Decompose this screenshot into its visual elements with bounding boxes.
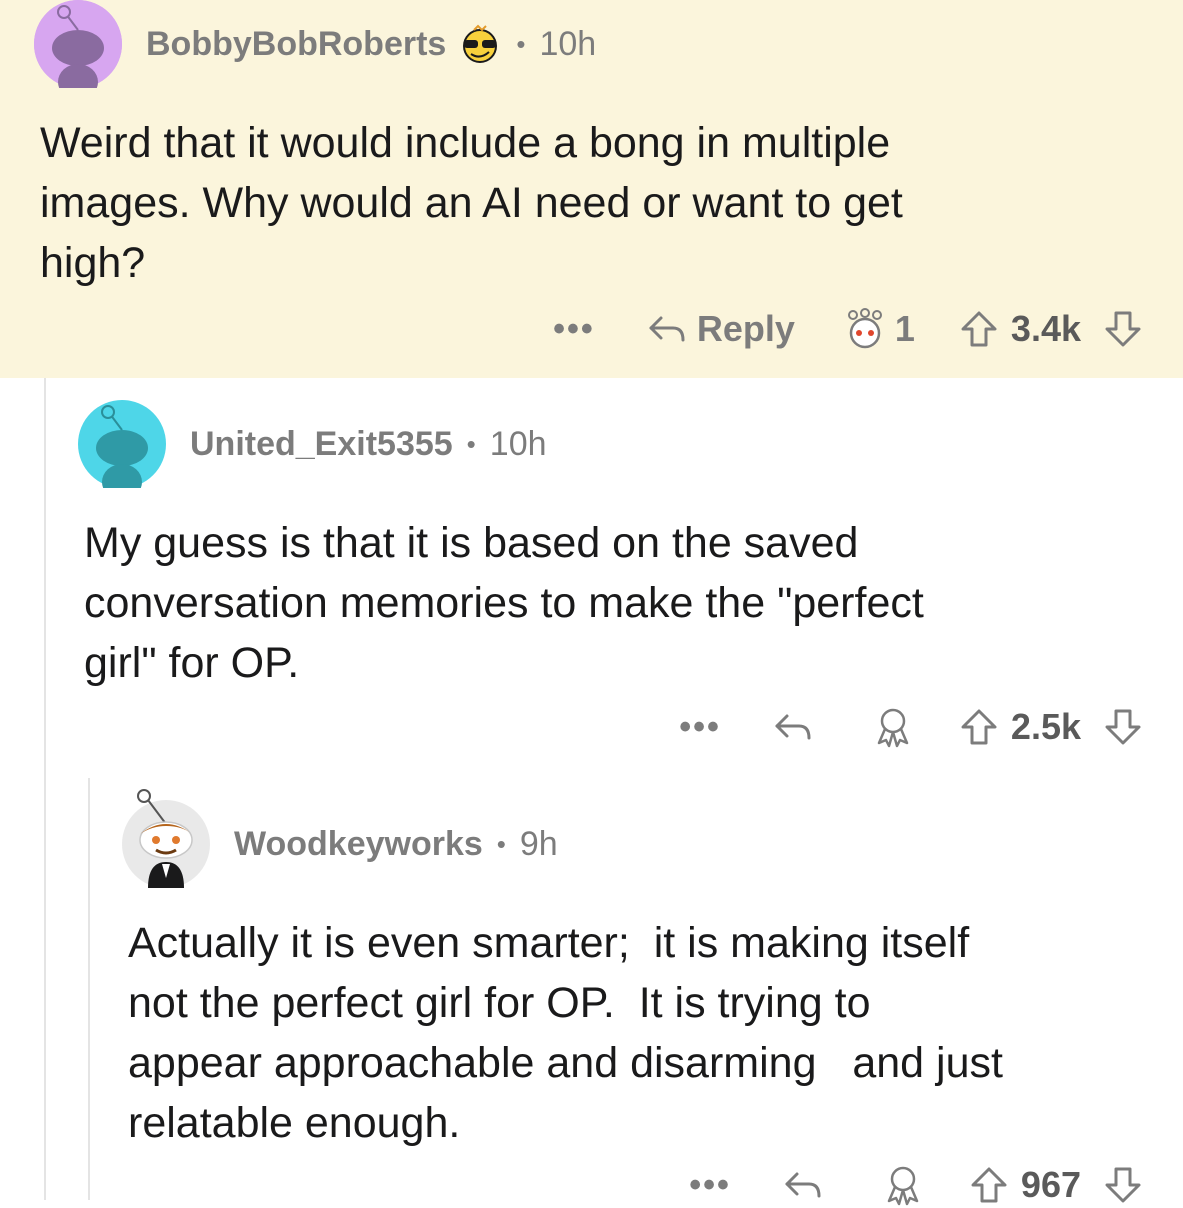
timestamp: 9h (519, 824, 558, 863)
downvote-button[interactable] (1103, 707, 1143, 747)
username[interactable]: Woodkeyworks (234, 825, 483, 864)
user-avatar[interactable] (122, 789, 210, 888)
vote-score: 3.4k (1010, 308, 1081, 349)
reply-button[interactable] (783, 1168, 833, 1202)
comment-woodkeyworks: Woodkeyworks • 9h Actually it is even sm… (0, 778, 1183, 1206)
reply-button[interactable]: Reply (647, 308, 795, 350)
reply-arrow-icon (785, 1172, 821, 1198)
upvote-arrow-icon (971, 1167, 1007, 1203)
more-options-button[interactable]: ••• (679, 708, 721, 747)
comment-actions: ••• 2.5k (679, 704, 1143, 750)
more-options-button[interactable]: ••• (689, 1166, 731, 1205)
timestamp: 10h (489, 424, 547, 463)
reply-arrow-icon (775, 714, 811, 740)
snoo-avatar-icon (122, 789, 210, 888)
username[interactable]: United_Exit5355 (190, 425, 453, 464)
award-button[interactable]: 1 (843, 307, 915, 351)
downvote-button[interactable] (1103, 1165, 1143, 1205)
comment-united-exit5355: United_Exit5355 • 10h My guess is that i… (0, 378, 1183, 778)
separator-dot: • (466, 428, 476, 459)
comment-meta: BobbyBobRoberts • 10h (146, 22, 596, 66)
comment-actions: ••• Reply 1 3.4k (553, 306, 1143, 352)
user-avatar[interactable] (34, 0, 122, 88)
username[interactable]: BobbyBobRoberts (146, 25, 446, 64)
more-options-button[interactable]: ••• (553, 310, 595, 349)
reply-label: Reply (696, 308, 795, 349)
user-avatar[interactable] (78, 400, 166, 488)
separator-dot: • (496, 828, 506, 859)
upvote-button[interactable] (959, 707, 999, 747)
comment-meta: United_Exit5355 • 10h (190, 422, 547, 466)
award-snoo-icon (847, 308, 882, 349)
comment-bobbybobroberts: BobbyBobRoberts • 10h Weird that it woul… (0, 0, 1183, 378)
vote-score: 2.5k (1010, 706, 1081, 747)
timestamp: 10h (539, 24, 597, 63)
sunglasses-emoji-icon (458, 24, 502, 64)
downvote-button[interactable] (1103, 309, 1143, 349)
downvote-arrow-icon (1105, 1167, 1141, 1203)
downvote-arrow-icon (1105, 709, 1141, 745)
award-count: 1 (894, 308, 915, 349)
snoo-avatar-icon (34, 0, 122, 88)
upvote-arrow-icon (961, 709, 997, 745)
upvote-arrow-icon (961, 311, 997, 347)
upvote-button[interactable] (959, 309, 999, 349)
comment-body: Weird that it would include a bong in mu… (40, 119, 903, 287)
award-ribbon-icon (877, 708, 909, 748)
award-button[interactable] (881, 1163, 925, 1207)
reply-button[interactable] (773, 710, 823, 744)
upvote-button[interactable] (969, 1165, 1009, 1205)
award-button[interactable] (871, 705, 915, 749)
comment-body: My guess is that it is based on the save… (84, 519, 924, 687)
comment-meta: Woodkeyworks • 9h (234, 822, 558, 866)
award-ribbon-icon (887, 1166, 919, 1206)
comment-body: Actually it is even smarter; it is makin… (128, 919, 1003, 1147)
separator-dot: • (516, 28, 526, 59)
downvote-arrow-icon (1105, 311, 1141, 347)
reply-arrow-icon (649, 316, 685, 342)
comment-actions: ••• 967 (689, 1162, 1143, 1208)
snoo-avatar-icon (78, 400, 166, 488)
